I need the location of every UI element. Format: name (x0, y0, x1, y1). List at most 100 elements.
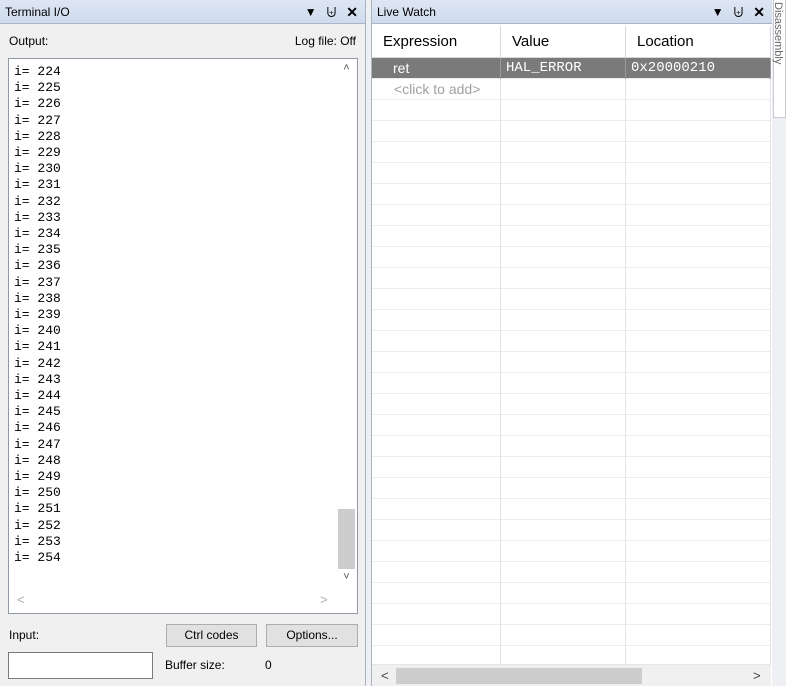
close-icon[interactable]: ✕ (753, 5, 765, 19)
output-line: i= 248 (14, 452, 61, 468)
empty-cell (501, 121, 626, 142)
output-line: i= 244 (14, 388, 61, 404)
output-lines: i= 224 i= 225 i= 226 i= 227 i= 228 i= 229 i= 2… (14, 64, 61, 566)
output-textarea[interactable]: i= 224 i= 225 i= 226 i= 227 i= 228 i= 229 i= 2… (8, 58, 358, 614)
terminal-io-pane: Terminal I/O ▼ ⨄ ✕ Output: Log file: Off… (0, 0, 366, 686)
empty-cell (626, 310, 771, 331)
empty-cell (501, 520, 626, 541)
scroll-up-icon[interactable]: ˄ (337, 62, 356, 80)
empty-row (372, 520, 771, 541)
column-header-expression[interactable]: Expression (372, 26, 501, 58)
close-icon[interactable]: ✕ (346, 5, 358, 19)
empty-row (372, 289, 771, 310)
buffer-size-value: 0 (265, 658, 272, 672)
empty-cell (626, 205, 771, 226)
empty-cell (372, 142, 501, 163)
empty-cell (626, 163, 771, 184)
pin-icon[interactable]: ⨄ (327, 6, 337, 18)
live-watch-pane: Live Watch ▼ ⨄ ✕ Expression Value Locati… (371, 0, 772, 686)
empty-cell (626, 436, 771, 457)
empty-cell (372, 436, 501, 457)
empty-row (372, 205, 771, 226)
column-header-value[interactable]: Value (501, 26, 626, 58)
side-tab-strip: Disassembly (772, 0, 786, 686)
empty-cell (372, 457, 501, 478)
empty-cell (501, 184, 626, 205)
empty-cell (626, 121, 771, 142)
scroll-right-icon[interactable]: > (753, 668, 761, 683)
ctrl-codes-button[interactable]: Ctrl codes (166, 624, 257, 647)
output-line: i= 232 (14, 193, 61, 209)
dropdown-icon[interactable]: ▼ (712, 6, 724, 18)
options-button[interactable]: Options... (266, 624, 358, 647)
empty-row (372, 583, 771, 604)
scroll-right-icon[interactable]: > (320, 592, 328, 607)
empty-cell (372, 184, 501, 205)
watch-add-row[interactable]: <click to add> (372, 79, 771, 100)
empty-cell (626, 373, 771, 394)
logfile-status[interactable]: Log file: Off (295, 34, 356, 48)
empty-cell (626, 184, 771, 205)
output-horizontal-scrollbar[interactable]: < > (10, 590, 339, 612)
empty-cell (501, 289, 626, 310)
output-line: i= 231 (14, 177, 61, 193)
empty-row (372, 142, 771, 163)
empty-cell (501, 604, 626, 625)
output-line: i= 241 (14, 339, 61, 355)
watch-horizontal-scrollbar[interactable]: < > (372, 664, 771, 686)
output-line: i= 224 (14, 64, 61, 79)
column-header-location[interactable]: Location (626, 26, 771, 58)
input-field[interactable] (8, 652, 153, 679)
terminal-titlebar: Terminal I/O ▼ ⨄ ✕ (0, 0, 365, 24)
watch-row[interactable]: ret HAL_ERROR 0x20000210 (372, 58, 771, 79)
scrollbar-thumb[interactable] (396, 668, 642, 684)
scrollbar-thumb[interactable] (338, 509, 355, 569)
empty-cell (372, 163, 501, 184)
output-line: i= 246 (14, 420, 61, 436)
empty-cell (626, 583, 771, 604)
output-line: i= 236 (14, 258, 61, 274)
output-line: i= 238 (14, 290, 61, 306)
buffer-size-label: Buffer size: (165, 658, 225, 672)
empty-cell (501, 562, 626, 583)
output-line: i= 235 (14, 242, 61, 258)
empty-cell (626, 625, 771, 646)
output-line: i= 228 (14, 128, 61, 144)
empty-row (372, 331, 771, 352)
empty-cell (372, 352, 501, 373)
disassembly-tab-label: Disassembly (772, 2, 784, 65)
output-line: i= 233 (14, 209, 61, 225)
empty-row (372, 184, 771, 205)
watch-value[interactable]: HAL_ERROR (501, 58, 626, 79)
click-to-add-placeholder[interactable]: <click to add> (372, 79, 501, 100)
empty-cell (501, 394, 626, 415)
empty-row (372, 373, 771, 394)
watch-expression[interactable]: ret (372, 58, 501, 79)
empty-row (372, 562, 771, 583)
output-line: i= 226 (14, 96, 61, 112)
empty-cell (372, 415, 501, 436)
output-line: i= 252 (14, 517, 61, 533)
scroll-left-icon[interactable]: < (381, 668, 389, 683)
output-line: i= 229 (14, 145, 61, 161)
watch-title: Live Watch (377, 4, 436, 19)
disassembly-tab[interactable]: Disassembly (772, 0, 786, 118)
dropdown-icon[interactable]: ▼ (305, 6, 317, 18)
output-vertical-scrollbar[interactable]: ˄ ˅ (337, 60, 356, 638)
empty-cell (372, 520, 501, 541)
empty-cell (626, 478, 771, 499)
empty-cell (372, 331, 501, 352)
watch-grid[interactable]: Expression Value Location ret HAL_ERROR … (372, 26, 771, 667)
empty-row (372, 604, 771, 625)
empty-cell (501, 583, 626, 604)
empty-cell (372, 268, 501, 289)
output-line: i= 254 (14, 550, 61, 566)
empty-cell (626, 100, 771, 121)
empty-cell (501, 373, 626, 394)
output-line: i= 242 (14, 355, 61, 371)
empty-row (372, 247, 771, 268)
scroll-left-icon[interactable]: < (17, 592, 25, 607)
scroll-down-icon[interactable]: ˅ (337, 571, 356, 589)
pin-icon[interactable]: ⨄ (734, 6, 744, 18)
output-line: i= 250 (14, 485, 61, 501)
